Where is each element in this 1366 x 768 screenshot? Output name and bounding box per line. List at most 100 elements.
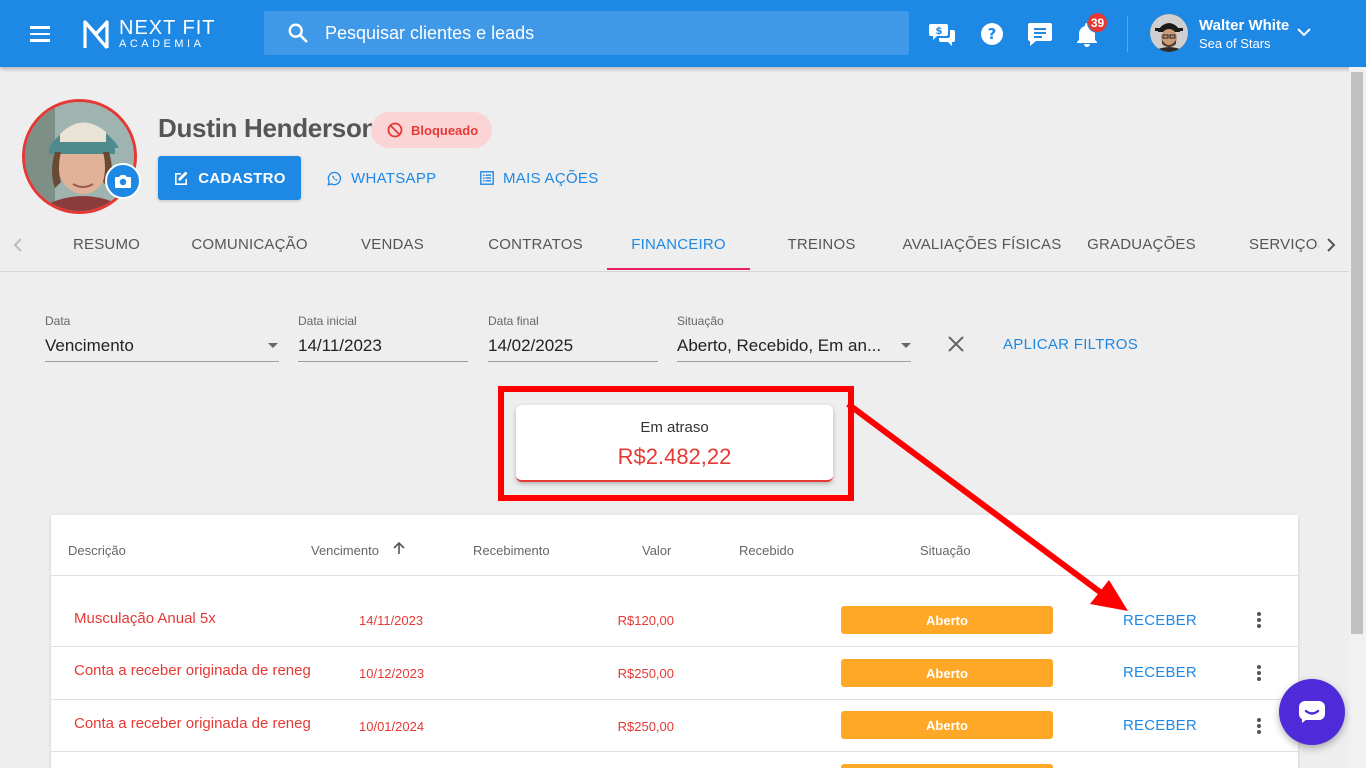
tab-treinos[interactable]: TREINOS — [750, 218, 893, 271]
whatsapp-button[interactable]: WHATSAPP — [327, 156, 436, 200]
logo-title: NEXT FIT — [119, 17, 216, 39]
row-1-description[interactable]: Musculação Anual 5x — [74, 610, 311, 627]
date-type-select[interactable]: Vencimento — [45, 336, 134, 356]
whatsapp-icon — [327, 171, 342, 186]
search-icon — [288, 23, 308, 43]
svg-text:?: ? — [988, 25, 997, 43]
cadastro-button[interactable]: CADASTRO — [158, 156, 301, 200]
camera-icon — [115, 175, 131, 188]
situation-label: Situação — [677, 314, 724, 328]
row-3-more-options-icon[interactable] — [1249, 716, 1269, 736]
row-3-description[interactable]: Conta a receber originada de renegociaçã… — [74, 715, 311, 732]
situation-dropdown-icon[interactable] — [901, 343, 911, 348]
cadastro-button-label: CADASTRO — [198, 169, 286, 187]
row-1-due-date: 14/11/2023 — [359, 613, 424, 628]
start-date-label: Data inicial — [298, 314, 357, 328]
financial-chat-icon[interactable]: $ — [929, 20, 957, 48]
support-chat-button[interactable] — [1279, 679, 1345, 745]
situation-select[interactable]: Aberto, Recebido, Em an... — [677, 336, 881, 356]
row-2-value: R$250,00 — [617, 666, 674, 681]
top-app-bar: NEXT FIT ACADEMIA $ ? 39 — [0, 0, 1366, 67]
row-divider — [51, 699, 1298, 700]
tab-vendas[interactable]: VENDAS — [321, 218, 464, 271]
row-divider — [51, 751, 1298, 752]
row-2-due-date: 10/12/2023 — [359, 666, 425, 681]
page-scrollbar-thumb[interactable] — [1351, 72, 1363, 634]
tab-comunicacao[interactable]: COMUNICAÇÃO — [178, 218, 321, 271]
start-date-underline — [298, 361, 468, 362]
more-actions-label: MAIS AÇÕES — [503, 169, 599, 187]
edit-icon — [175, 171, 188, 185]
date-type-label: Data — [45, 314, 71, 328]
help-icon[interactable]: ? — [978, 20, 1006, 48]
header-situacao[interactable]: Situação — [920, 543, 971, 558]
row-divider — [51, 646, 1298, 647]
tab-resumo[interactable]: RESUMO — [36, 218, 177, 271]
row-2-receive-button[interactable]: RECEBER — [1123, 664, 1197, 681]
header-recebido[interactable]: Recebido — [739, 543, 794, 558]
row-2-description[interactable]: Conta a receber originada de renegociaçã… — [74, 662, 311, 679]
end-date-input[interactable]: 14/02/2025 — [488, 336, 573, 356]
profile-tabs: RESUMO COMUNICAÇÃO VENDAS CONTRATOS FINA… — [0, 218, 1349, 272]
client-status-badge: Bloqueado — [371, 112, 492, 148]
row-1-more-options-icon[interactable] — [1249, 610, 1269, 630]
change-photo-button[interactable] — [105, 163, 141, 199]
situation-underline — [677, 361, 911, 362]
overdue-amount: R$2.482,22 — [617, 444, 732, 469]
list-icon — [480, 171, 494, 185]
overdue-summary-card[interactable]: Em atraso R$2.482,22 — [516, 405, 833, 482]
apply-filters-button[interactable]: APLICAR FILTROS — [1003, 336, 1138, 353]
tab-financeiro[interactable]: FINANCEIRO — [607, 218, 750, 271]
row-1-receive-button[interactable]: RECEBER — [1123, 612, 1197, 629]
end-date-label: Data final — [488, 314, 539, 328]
header-recebimento[interactable]: Recebimento — [473, 543, 550, 558]
blocked-icon — [387, 122, 403, 138]
row-3-status-badge: Aberto — [841, 711, 1053, 739]
chat-icon — [1299, 701, 1325, 723]
tab-avaliacoes-fisicas[interactable]: AVALIAÇÕES FÍSICAS — [893, 218, 1071, 271]
hamburger-menu-icon[interactable] — [30, 22, 58, 46]
tab-servicos[interactable]: SERVIÇOS — [1249, 218, 1319, 271]
date-type-underline — [45, 361, 279, 362]
header-divider-line — [51, 575, 1298, 576]
end-date-underline — [488, 361, 658, 362]
svg-text:$: $ — [936, 26, 943, 37]
chevron-down-icon[interactable] — [1296, 26, 1312, 38]
start-date-input[interactable]: 14/11/2023 — [298, 336, 382, 356]
user-organization[interactable]: Sea of Stars — [1199, 36, 1271, 51]
active-tab-indicator — [607, 268, 750, 270]
row-2-more-options-icon[interactable] — [1249, 663, 1269, 683]
sort-ascending-icon[interactable] — [392, 541, 406, 555]
app-logo[interactable]: NEXT FIT ACADEMIA — [82, 17, 216, 51]
client-status-label: Bloqueado — [411, 122, 479, 138]
header-vencimento[interactable]: Vencimento — [311, 543, 379, 558]
row-2-status-badge: Aberto — [841, 659, 1053, 687]
more-actions-button[interactable]: MAIS AÇÕES — [480, 156, 599, 200]
row-3-due-date: 10/01/2024 — [359, 719, 425, 734]
tab-graduacoes[interactable]: GRADUAÇÕES — [1071, 218, 1212, 271]
notifications-badge: 39 — [1087, 12, 1108, 33]
clear-filters-icon[interactable] — [945, 333, 967, 355]
chevron-left-icon[interactable] — [8, 235, 28, 255]
row-1-value: R$120,00 — [617, 613, 674, 628]
messages-icon[interactable] — [1026, 20, 1054, 48]
header-descricao[interactable]: Descrição — [68, 543, 126, 558]
header-divider — [1127, 16, 1128, 52]
overdue-label: Em atraso — [640, 419, 709, 436]
user-avatar[interactable] — [1150, 14, 1188, 52]
search-bar — [264, 11, 909, 55]
row-3-receive-button[interactable]: RECEBER — [1123, 717, 1197, 734]
receivables-table: Descrição Vencimento Recebimento Valor R… — [51, 515, 1298, 768]
user-name[interactable]: Walter White — [1199, 17, 1289, 34]
client-name: Dustin Henderson — [158, 113, 378, 143]
tab-contratos[interactable]: CONTRATOS — [464, 218, 607, 271]
header-valor[interactable]: Valor — [642, 543, 671, 558]
chevron-right-icon[interactable] — [1321, 235, 1341, 255]
row-4-status-badge-partial — [841, 764, 1053, 768]
logo-subtitle: ACADEMIA — [119, 38, 205, 50]
next-fit-logo-icon — [83, 20, 109, 50]
search-input[interactable] — [325, 22, 845, 44]
whatsapp-button-label: WHATSAPP — [351, 169, 437, 187]
date-type-dropdown-icon[interactable] — [268, 343, 278, 348]
row-1-status-badge: Aberto — [841, 606, 1053, 634]
